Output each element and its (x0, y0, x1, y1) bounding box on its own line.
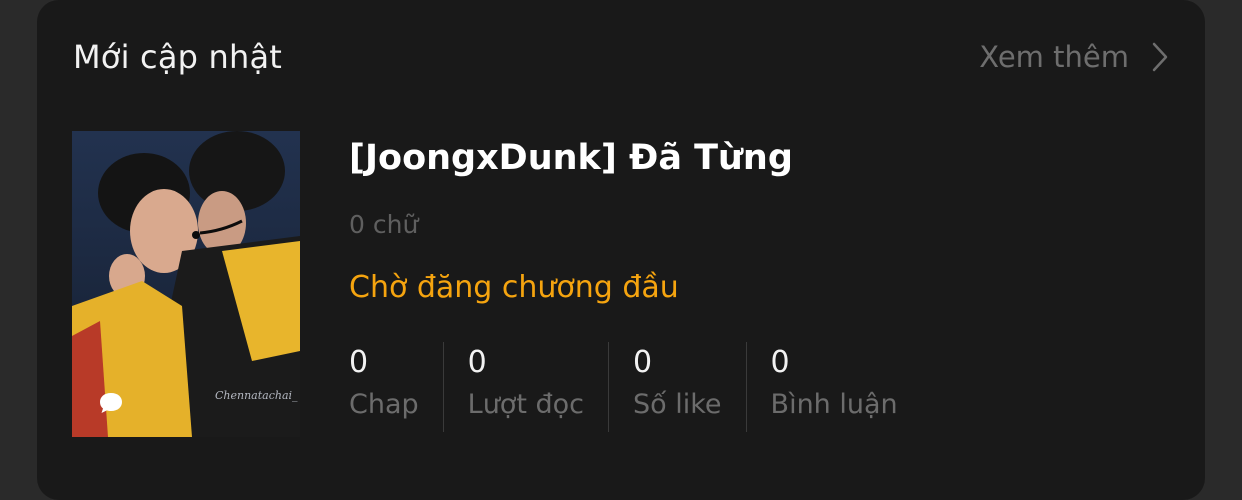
word-count: 0 chữ (349, 210, 419, 239)
stat-value: 0 (770, 345, 790, 380)
stat-label: Bình luận (770, 389, 898, 420)
story-stats: 0 Chap 0 Lượt đọc 0 Số like 0 Bình luận (349, 342, 922, 432)
stat-value: 0 (349, 345, 369, 380)
see-more-link[interactable]: Xem thêm (979, 40, 1169, 74)
stat-value: 0 (633, 345, 653, 380)
recent-updates-card: Mới cập nhật Xem thêm Chennatachai_ [Joo… (37, 0, 1205, 500)
story-status: Chờ đăng chương đầu (349, 270, 679, 305)
see-more-label: Xem thêm (979, 40, 1129, 74)
stat-label: Chap (349, 389, 419, 420)
stat-reads: 0 Lượt đọc (442, 342, 608, 432)
stat-label: Lượt đọc (467, 389, 585, 420)
stat-label: Số like (633, 389, 722, 420)
stat-value: 0 (467, 345, 487, 380)
stat-chapters: 0 Chap (349, 342, 443, 432)
stat-comments: 0 Bình luận (745, 342, 922, 432)
chevron-right-icon (1151, 41, 1169, 73)
cover-watermark: Chennatachai_ (215, 389, 298, 402)
section-title: Mới cập nhật (73, 38, 283, 76)
chat-bubble-icon (98, 391, 124, 415)
stat-likes: 0 Số like (608, 342, 746, 432)
story-cover-image[interactable]: Chennatachai_ (72, 131, 300, 437)
story-title[interactable]: [JoongxDunk] Đã Từng (349, 138, 793, 178)
